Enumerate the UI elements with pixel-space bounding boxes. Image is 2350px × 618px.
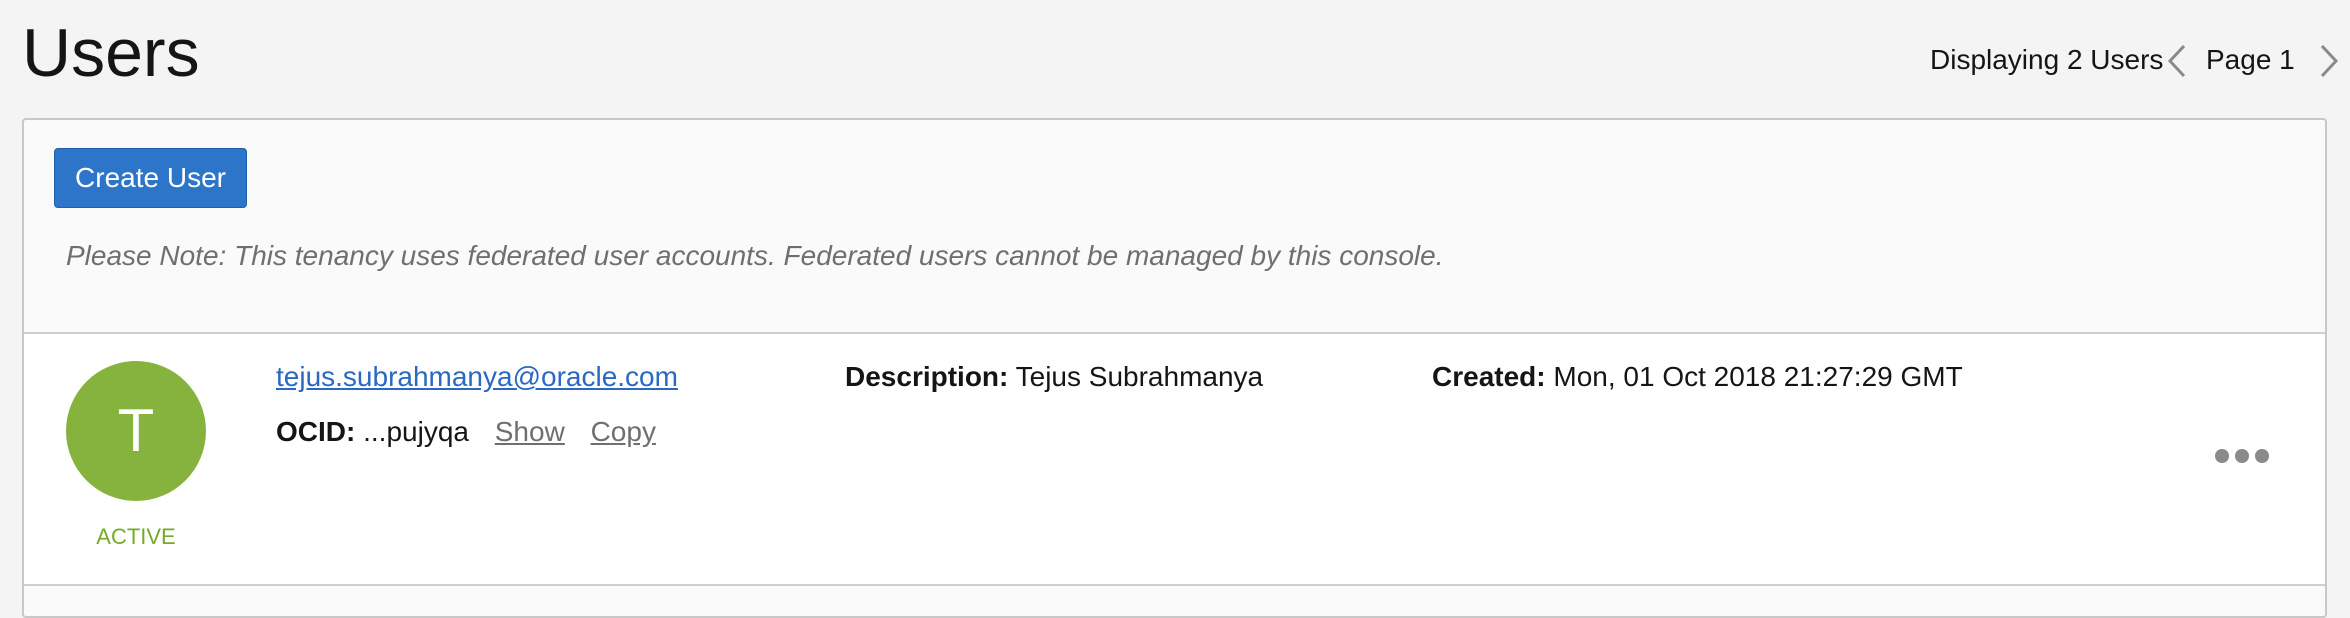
- chevron-left-icon[interactable]: [2162, 40, 2194, 82]
- page-title: Users: [22, 15, 200, 91]
- more-actions-icon[interactable]: [2212, 444, 2272, 468]
- federation-note: Please Note: This tenancy uses federated…: [66, 240, 1444, 271]
- created-field: Created: Mon, 01 Oct 2018 21:27:29 GMT: [1432, 361, 1963, 393]
- ocid-label: OCID:: [276, 416, 356, 447]
- show-ocid-link[interactable]: Show: [495, 416, 565, 447]
- ocid-field: OCID: ...pujyqa Show Copy: [276, 416, 656, 448]
- created-label: Created:: [1432, 361, 1546, 392]
- page-number-label: Page 1: [2206, 44, 2295, 75]
- copy-ocid-link[interactable]: Copy: [591, 416, 656, 447]
- chevron-right-icon[interactable]: [2312, 40, 2344, 82]
- row-divider: [24, 584, 2325, 586]
- created-value: Mon, 01 Oct 2018 21:27:29 GMT: [1553, 361, 1963, 392]
- ocid-value: ...pujyqa: [363, 416, 469, 447]
- users-panel: Create User Please Note: This tenancy us…: [22, 118, 2327, 618]
- status-badge: ACTIVE: [96, 524, 176, 549]
- create-user-button[interactable]: Create User: [54, 148, 247, 208]
- user-email-link[interactable]: tejus.subrahmanya@oracle.com: [276, 361, 678, 393]
- description-label: Description:: [845, 361, 1009, 392]
- avatar: T: [66, 361, 206, 501]
- user-count-label: Displaying 2 Users: [1930, 44, 2164, 75]
- pagination: Displaying 2 Users Page 1: [1930, 40, 2350, 82]
- description-value: Tejus Subrahmanya: [1015, 361, 1264, 392]
- user-row: T ACTIVE tejus.subrahmanya@oracle.com OC…: [24, 334, 2325, 586]
- description-field: Description: Tejus Subrahmanya: [845, 361, 1263, 393]
